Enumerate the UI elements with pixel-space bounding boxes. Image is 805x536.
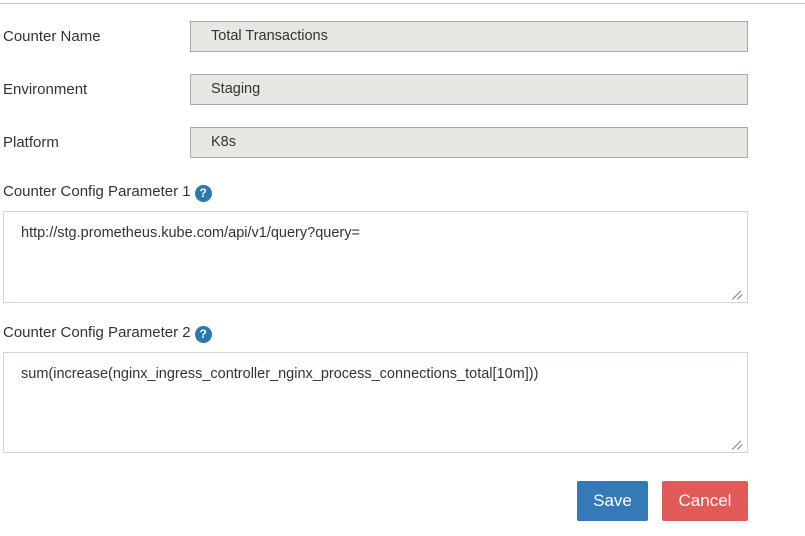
cancel-button[interactable]: Cancel <box>662 481 748 521</box>
config-parameter-2-textarea[interactable]: sum(increase(nginx_ingress_controller_ng… <box>3 352 748 453</box>
resize-handle-icon[interactable] <box>732 437 745 450</box>
config-parameter-1-textarea[interactable]: http://stg.prometheus.kube.com/api/v1/qu… <box>3 211 748 303</box>
counter-name-input[interactable]: Total Transactions <box>190 21 748 52</box>
form-row-environment: Environment Staging <box>0 74 805 107</box>
platform-label: Platform <box>3 134 59 151</box>
top-divider <box>0 3 805 4</box>
help-question-icon[interactable]: ? <box>194 325 212 343</box>
config-parameter-1-value: http://stg.prometheus.kube.com/api/v1/qu… <box>21 225 360 241</box>
save-button[interactable]: Save <box>577 481 648 521</box>
platform-input[interactable]: K8s <box>190 127 748 158</box>
config-parameter-2-label-group: Counter Config Parameter 2 ? <box>3 323 212 343</box>
form-row-platform: Platform K8s <box>0 127 805 160</box>
config-parameter-1-label-group: Counter Config Parameter 1 ? <box>3 182 212 202</box>
config-parameter-2-label: Counter Config Parameter 2 <box>3 324 191 341</box>
counter-name-label: Counter Name <box>3 28 101 45</box>
config-parameter-1-label: Counter Config Parameter 1 <box>3 183 191 200</box>
resize-handle-icon[interactable] <box>732 287 745 300</box>
environment-label: Environment <box>3 81 88 98</box>
form-row-counter-name: Counter Name Total Transactions <box>0 21 805 54</box>
help-question-icon[interactable]: ? <box>194 184 212 202</box>
environment-input[interactable]: Staging <box>190 74 748 105</box>
config-parameter-2-value: sum(increase(nginx_ingress_controller_ng… <box>21 366 539 382</box>
form-actions: Save Cancel <box>0 481 805 523</box>
